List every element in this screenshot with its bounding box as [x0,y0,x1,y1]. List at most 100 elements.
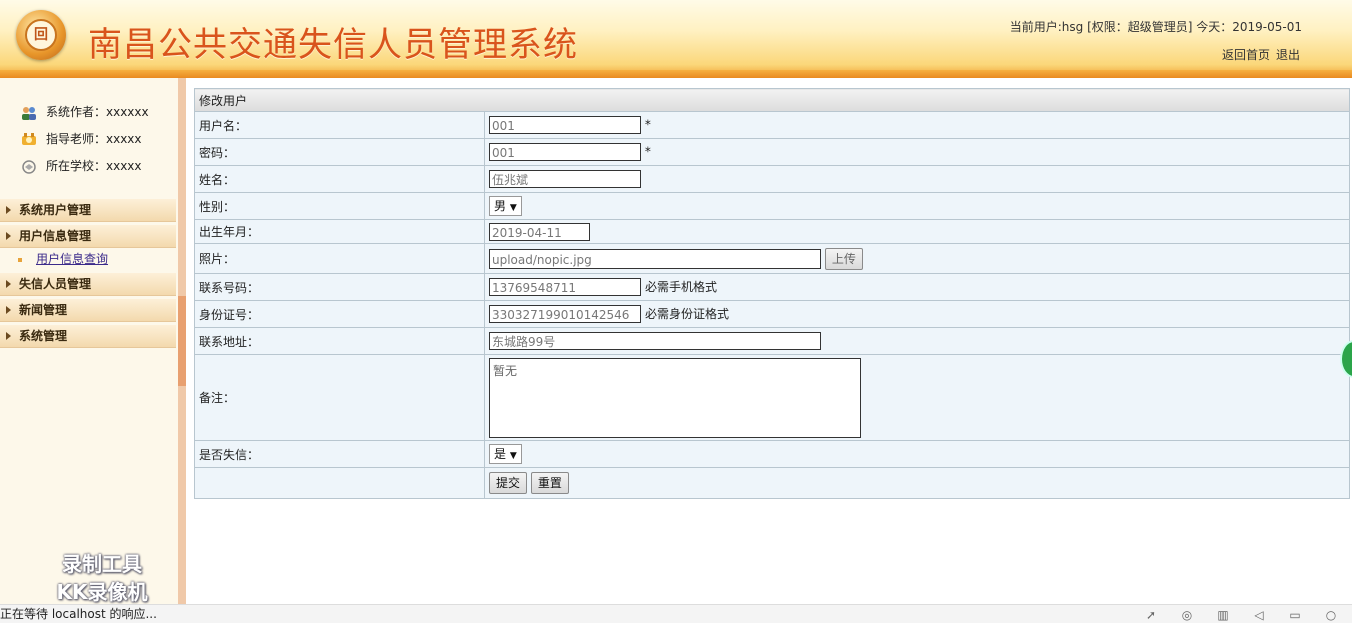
row-dishonest: 是否失信： 是 ▼ [194,440,1350,468]
chevron-down-icon: ▼ [509,451,517,461]
window-icon[interactable]: ▭ [1288,608,1302,622]
dishonest-select[interactable]: 是 ▼ [489,444,522,464]
upload-button[interactable]: 上传 [824,247,863,270]
menu-dishonest-persons[interactable]: 失信人员管理 [0,273,176,296]
teacher-info: 指导老师：xxxxx [20,129,142,149]
name-input[interactable]: 伍兆斌 [489,170,641,188]
school-text: 所在学校：xxxxx [46,159,142,173]
status-icons: ➚ ◎ ▥ ◁ ▭ ○ [1122,606,1338,624]
bullet-icon [18,257,22,262]
username-cell: 001 * [484,111,1350,139]
menu-news[interactable]: 新闻管理 [0,299,176,322]
teacher-text: 指导老师：xxxxx [46,132,142,146]
menu-user-info[interactable]: 用户信息管理 [0,225,176,248]
submit-button[interactable]: 提交 [489,472,528,494]
id-number-input[interactable]: 330327199010142546 [489,305,641,324]
status-text: 正在等待 localhost 的响应... [0,607,157,621]
remark-textarea[interactable]: 暂无 [489,357,861,438]
home-link[interactable]: 返回首页 [1222,48,1270,62]
sidebar: 系统作者：xxxxxx 指导老师：xxxxx 所在学校：xxxxx 系统用户管理… [0,78,178,606]
zoom-icon[interactable]: ○ [1324,608,1338,622]
row-name: 姓名： 伍兆斌 [194,165,1350,193]
dishonest-cell: 是 ▼ [484,440,1350,468]
row-birth: 出生年月： 2019-04-11 [194,219,1350,244]
birth-input[interactable]: 2019-04-11 [489,222,590,241]
menu-label: 系统管理 [19,329,68,343]
address-input[interactable]: 东城路99号 [489,332,821,350]
dishonest-label: 是否失信： [194,440,485,468]
triangle-right-icon [6,280,11,288]
id-label: 身份证号： [194,300,485,328]
watermark-line2: KK录像机 [56,580,148,604]
photo-cell: upload/nopic.jpg 上传 [484,243,1350,274]
author-info: 系统作者：xxxxxx [20,102,149,122]
row-username: 用户名： 001 * [194,111,1350,139]
menu-system[interactable]: 系统管理 [0,325,176,348]
username-input[interactable]: 001 [489,116,641,134]
edit-user-form: 修改用户 用户名： 001 * 密码： 001 * 姓名： 伍兆斌 性别： 男 … [194,88,1350,499]
logo-mark: 回 [25,19,57,51]
triangle-right-icon [6,206,11,214]
rocket-icon[interactable]: ➚ [1144,608,1158,622]
sidebar-collapse-handle[interactable] [178,296,186,386]
reset-button[interactable]: 重置 [530,472,569,494]
teacher-icon [22,132,36,145]
app-header: 回 南昌公共交通失信人员管理系统 当前用户:hsg [权限：超级管理员] 今天：… [0,0,1352,76]
row-photo: 照片： upload/nopic.jpg 上传 [194,243,1350,274]
password-cell: 001 * [484,138,1350,166]
gender-label: 性别： [194,192,485,220]
row-phone: 联系号码： 13769548711 必需手机格式 [194,273,1350,301]
gender-cell: 男 ▼ [484,192,1350,220]
menu-system-users[interactable]: 系统用户管理 [0,199,176,222]
actions-cell: 提交 重置 [484,467,1350,499]
form-header-row: 修改用户 [194,88,1350,112]
submenu-label: 用户信息查询 [36,252,109,266]
id-cell: 330327199010142546 必需身份证格式 [484,300,1350,328]
submenu-user-info-query[interactable]: 用户信息查询 [18,250,108,267]
watermark-line1: 录制工具 [62,552,142,576]
menu-label: 新闻管理 [19,303,68,317]
school-info: 所在学校：xxxxx [20,156,142,176]
address-cell: 东城路99号 [484,327,1350,355]
menu-label: 失信人员管理 [19,277,92,291]
triangle-right-icon [6,332,11,340]
dishonest-value: 是 [494,447,507,461]
triangle-right-icon [6,306,11,314]
trash-icon[interactable]: ▥ [1216,608,1230,622]
phone-label: 联系号码： [194,273,485,301]
row-address: 联系地址： 东城路99号 [194,327,1350,355]
logo: 回 [16,10,66,60]
top-links: 返回首页 退出 [1216,46,1300,63]
triangle-right-icon [6,232,11,240]
phone-hint: 必需手机格式 [645,279,718,294]
required-mark: * [644,117,651,132]
volume-icon[interactable]: ◁ [1252,608,1266,622]
gender-select[interactable]: 男 ▼ [489,196,522,216]
remark-cell: 暂无 [484,354,1350,441]
ie-icon[interactable]: ◎ [1180,608,1194,622]
gender-value: 男 [494,199,507,213]
name-label: 姓名： [194,165,485,193]
recorder-watermark: 录制工具 KK录像机 [28,550,176,606]
browser-status-bar: 正在等待 localhost 的响应... ➚ ◎ ▥ ◁ ▭ ○ [0,604,1352,623]
row-actions: 提交 重置 [194,467,1350,499]
address-label: 联系地址： [194,327,485,355]
form-title: 修改用户 [194,88,1350,112]
phone-input[interactable]: 13769548711 [489,278,641,297]
remark-label: 备注： [194,354,485,441]
photo-path-input[interactable]: upload/nopic.jpg [489,248,821,269]
password-input[interactable]: 001 [489,143,641,161]
password-label: 密码： [194,138,485,166]
people-icon [22,106,36,120]
row-password: 密码： 001 * [194,138,1350,166]
required-mark: * [644,144,651,159]
header-divider [0,70,1352,78]
current-user-info: 当前用户:hsg [权限：超级管理员] 今天：2019-05-01 [1009,20,1302,34]
menu-label: 系统用户管理 [19,203,92,217]
row-remark: 备注： 暂无 [194,354,1350,441]
logout-link[interactable]: 退出 [1276,48,1300,62]
birth-label: 出生年月： [194,219,485,244]
birth-cell: 2019-04-11 [484,219,1350,244]
school-icon [22,159,36,174]
row-gender: 性别： 男 ▼ [194,192,1350,220]
